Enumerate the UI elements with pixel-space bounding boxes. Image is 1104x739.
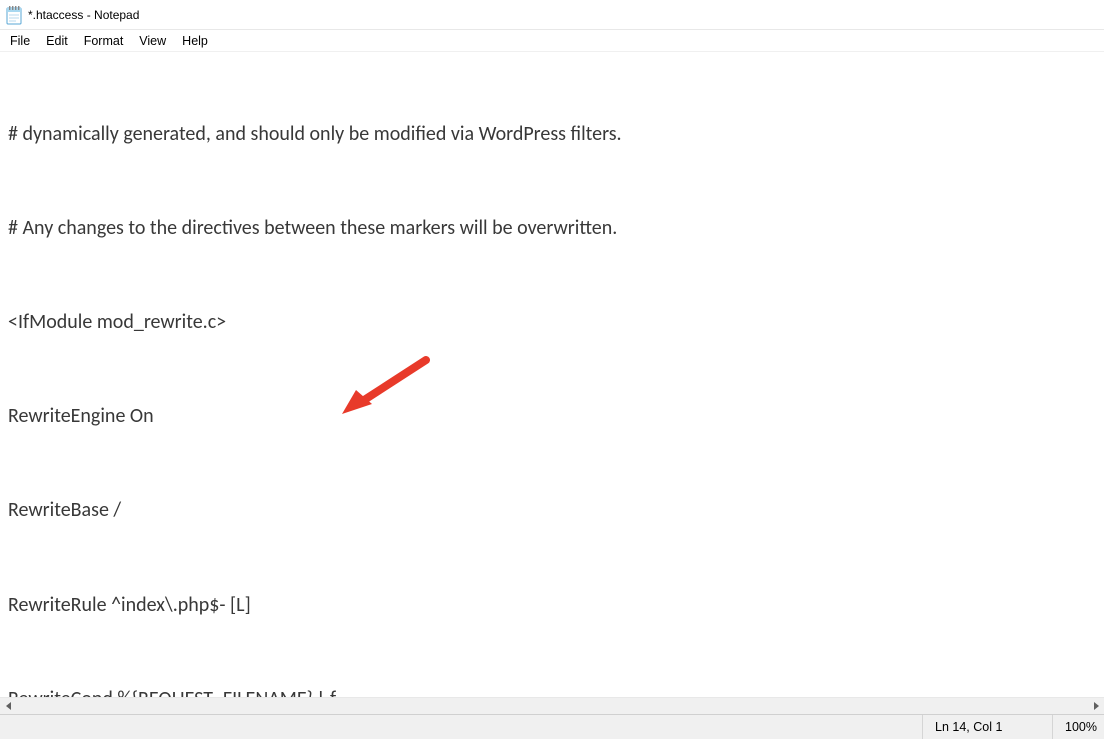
menu-edit[interactable]: Edit bbox=[40, 32, 74, 50]
notepad-app-icon bbox=[6, 5, 22, 25]
editor-line: RewriteCond %{REQUEST_FILENAME} !-f bbox=[8, 684, 1096, 697]
scrollbar-track[interactable] bbox=[17, 698, 1087, 715]
menu-view[interactable]: View bbox=[133, 32, 172, 50]
title-bar: *.htaccess - Notepad bbox=[0, 0, 1104, 30]
editor-line: RewriteBase / bbox=[8, 495, 1096, 526]
menu-format[interactable]: Format bbox=[78, 32, 130, 50]
editor-line: RewriteRule ^index\.php$- [L] bbox=[8, 590, 1096, 621]
editor-line: RewriteEngine On bbox=[8, 401, 1096, 432]
window-title: *.htaccess - Notepad bbox=[28, 8, 139, 22]
scroll-left-arrow-icon[interactable] bbox=[0, 698, 17, 715]
editor-line: <IfModule mod_rewrite.c> bbox=[8, 307, 1096, 338]
scroll-right-arrow-icon[interactable] bbox=[1087, 698, 1104, 715]
menu-file[interactable]: File bbox=[4, 32, 36, 50]
menu-bar: File Edit Format View Help bbox=[0, 30, 1104, 52]
editor-line: # Any changes to the directives between … bbox=[8, 213, 1096, 244]
status-cursor-position: Ln 14, Col 1 bbox=[922, 715, 1052, 739]
menu-help[interactable]: Help bbox=[176, 32, 214, 50]
horizontal-scrollbar[interactable] bbox=[0, 697, 1104, 714]
text-editor-area[interactable]: # dynamically generated, and should only… bbox=[0, 52, 1104, 697]
status-bar: Ln 14, Col 1 100% bbox=[0, 714, 1104, 739]
status-zoom-level: 100% bbox=[1052, 715, 1104, 739]
editor-line: # dynamically generated, and should only… bbox=[8, 119, 1096, 150]
